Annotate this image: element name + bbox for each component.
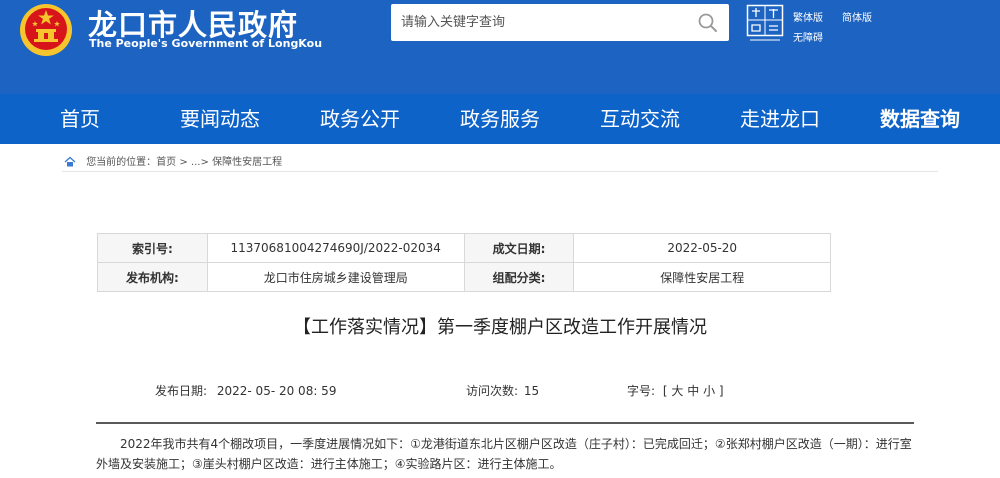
breadcrumb-divider bbox=[62, 171, 938, 172]
breadcrumb: 您当前的位置：首页 > ...> 保障性安居工程 bbox=[64, 153, 282, 169]
nav-item-services[interactable]: 政务服务 bbox=[460, 94, 540, 144]
publish-date: 发布日期: 2022- 05- 20 08: 59 bbox=[155, 382, 336, 399]
category-value: 保障性安居工程 bbox=[573, 262, 831, 292]
visit-count: 访问次数: 15 bbox=[466, 382, 539, 399]
document-date-label: 成文日期: bbox=[463, 233, 575, 263]
content-divider bbox=[96, 422, 914, 424]
nav-item-data-query[interactable]: 数据查询 bbox=[880, 94, 960, 144]
longkou-logo-icon bbox=[746, 4, 784, 41]
nav-item-home[interactable]: 首页 bbox=[60, 94, 100, 144]
table-row: 索引号: 11370681004274690J/2022-02034 成文日期:… bbox=[97, 233, 831, 263]
publish-date-label: 发布日期: bbox=[155, 384, 208, 398]
national-emblem-icon bbox=[20, 4, 72, 56]
nav-item-about[interactable]: 走进龙口 bbox=[740, 94, 820, 144]
accessibility-link[interactable]: 无障碍 bbox=[793, 29, 823, 44]
publisher-label: 发布机构: bbox=[97, 262, 208, 292]
traditional-chinese-link[interactable]: 繁体版 bbox=[793, 9, 823, 24]
simplified-chinese-link[interactable]: 简体版 bbox=[842, 9, 872, 24]
font-size-large-button[interactable]: 大 bbox=[671, 384, 683, 398]
breadcrumb-ellipsis-link[interactable]: ... bbox=[191, 157, 201, 168]
breadcrumb-prefix: 您当前的位置： bbox=[86, 157, 157, 168]
article-title: 【工作落实情况】第一季度棚户区改造工作开展情况 bbox=[293, 317, 707, 338]
font-size-bracket-close: ] bbox=[718, 384, 724, 398]
search-input[interactable] bbox=[391, 4, 681, 41]
nav-item-news[interactable]: 要闻动态 bbox=[180, 94, 260, 144]
search-icon[interactable] bbox=[695, 10, 721, 36]
article-body: 2022年我市共有4个棚改项目，一季度进展情况如下：①龙港街道东北片区棚户区改造… bbox=[96, 437, 912, 471]
table-row: 发布机构: 龙口市住房城乡建设管理局 组配分类: 保障性安居工程 bbox=[97, 262, 831, 292]
breadcrumb-separator: > bbox=[200, 157, 209, 168]
document-date-value: 2022-05-20 bbox=[573, 233, 831, 263]
document-meta-table: 索引号: 11370681004274690J/2022-02034 成文日期:… bbox=[97, 233, 831, 292]
font-size-small-button[interactable]: 小 bbox=[703, 384, 715, 398]
nav-item-disclosure[interactable]: 政务公开 bbox=[320, 94, 400, 144]
site-name-english: The People's Government of LongKou bbox=[89, 37, 323, 50]
font-size-medium-button[interactable]: 中 bbox=[687, 384, 699, 398]
index-number-label: 索引号: bbox=[97, 233, 208, 263]
home-icon bbox=[64, 156, 76, 167]
publisher-value: 龙口市住房城乡建设管理局 bbox=[206, 262, 465, 292]
main-nav: 首页 要闻动态 政务公开 政务服务 互动交流 走进龙口 数据查询 bbox=[0, 94, 1000, 144]
index-number-value: 11370681004274690J/2022-02034 bbox=[206, 233, 465, 263]
breadcrumb-separator: > bbox=[179, 157, 188, 168]
publish-date-value: 2022- 05- 20 08: 59 bbox=[216, 384, 337, 398]
font-size-bracket-open: [ bbox=[662, 384, 668, 398]
visit-count-label: 访问次数: bbox=[466, 384, 519, 398]
search-box bbox=[391, 4, 729, 41]
font-size-label: 字号: bbox=[627, 384, 656, 398]
nav-item-interaction[interactable]: 互动交流 bbox=[600, 94, 680, 144]
breadcrumb-home-link[interactable]: 首页 bbox=[156, 157, 176, 168]
visit-count-value: 15 bbox=[523, 384, 540, 398]
breadcrumb-current-link[interactable]: 保障性安居工程 bbox=[212, 157, 282, 168]
category-label: 组配分类: bbox=[463, 262, 575, 292]
font-size-control: 字号: [ 大 中 小 ] bbox=[627, 382, 724, 399]
site-header: 龙口市人民政府 The People's Government of LongK… bbox=[0, 0, 1000, 94]
